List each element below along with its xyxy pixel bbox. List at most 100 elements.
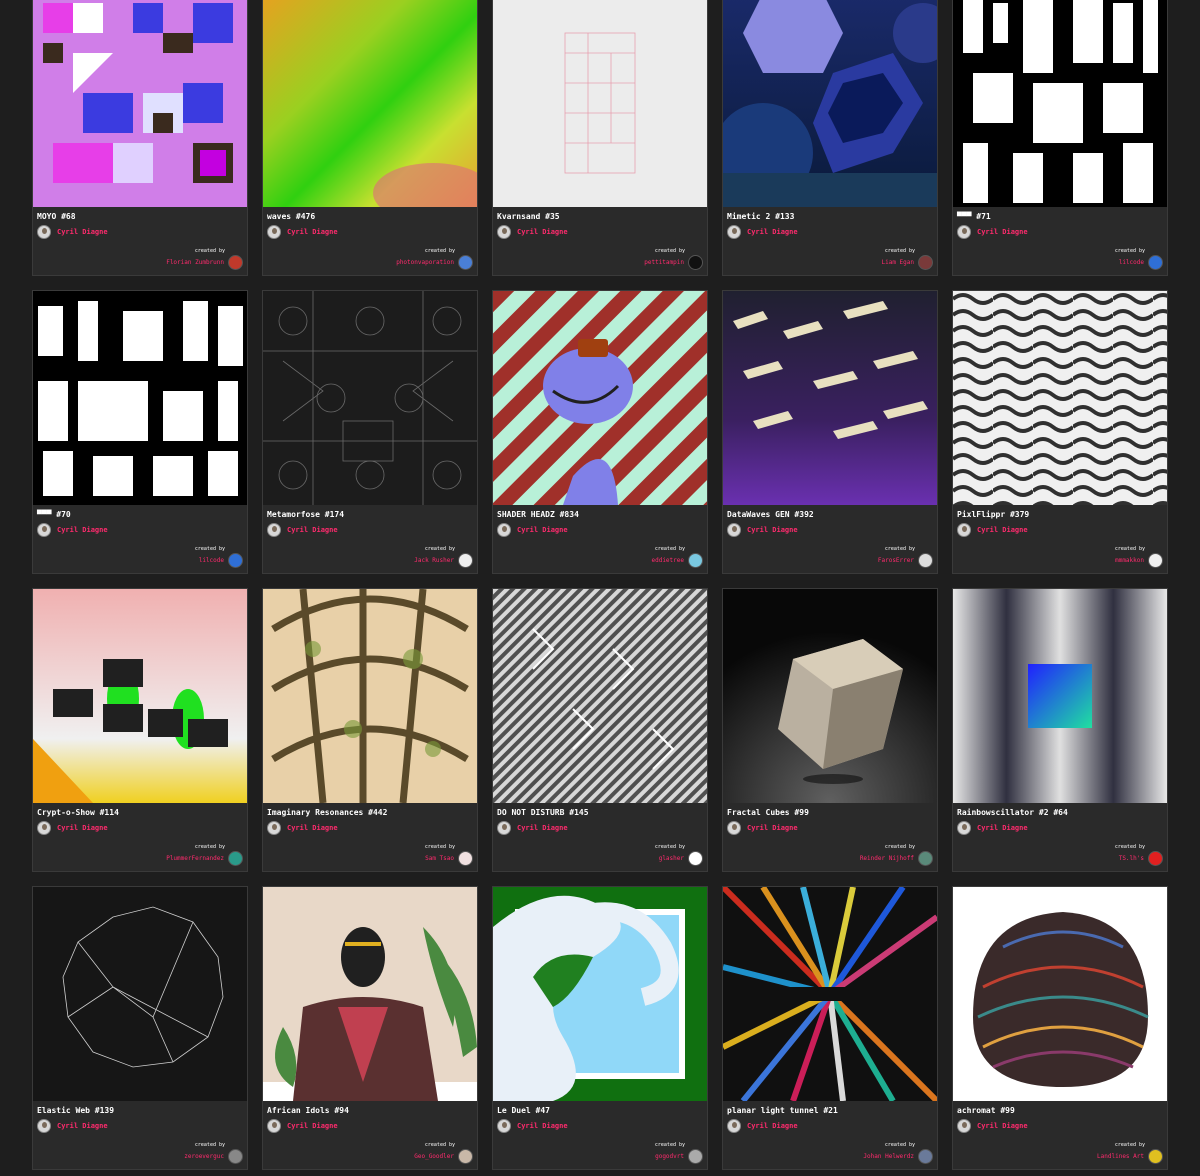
artwork-thumbnail[interactable] xyxy=(33,887,247,1101)
creator-name[interactable]: Johan Helwerdz xyxy=(863,1153,914,1160)
artwork-thumbnail[interactable] xyxy=(723,291,937,505)
nft-card[interactable]: MOYO #68 Cyril Diagne created by Florian… xyxy=(32,0,248,276)
nft-card[interactable]: Kvarnsand #35 Cyril Diagne created by pe… xyxy=(492,0,708,276)
owner-info[interactable]: Cyril Diagne xyxy=(267,523,338,537)
nft-card[interactable]: African Idols #94 Cyril Diagne created b… xyxy=(262,886,478,1170)
owner-name[interactable]: Cyril Diagne xyxy=(517,824,568,832)
creator-name[interactable]: Reinder Nijhoff xyxy=(860,855,914,862)
owner-info[interactable]: Cyril Diagne xyxy=(727,523,798,537)
creator-info[interactable]: mmmakkon xyxy=(1115,553,1163,568)
creator-info[interactable]: Liam Egan xyxy=(881,255,933,270)
artwork-thumbnail[interactable] xyxy=(953,887,1167,1101)
owner-name[interactable]: Cyril Diagne xyxy=(57,228,108,236)
artwork-title[interactable]: ▀▀▀ #71 xyxy=(957,212,991,221)
artwork-title[interactable]: waves #476 xyxy=(267,212,315,221)
artwork-title[interactable]: Le Duel #47 xyxy=(497,1106,550,1115)
owner-info[interactable]: Cyril Diagne xyxy=(497,225,568,239)
owner-info[interactable]: Cyril Diagne xyxy=(957,821,1028,835)
creator-name[interactable]: Liam Egan xyxy=(881,259,914,266)
artwork-thumbnail[interactable] xyxy=(493,0,707,207)
owner-name[interactable]: Cyril Diagne xyxy=(977,526,1028,534)
creator-name[interactable]: Jack Rusher xyxy=(414,557,454,564)
owner-info[interactable]: Cyril Diagne xyxy=(497,821,568,835)
owner-info[interactable]: Cyril Diagne xyxy=(957,523,1028,537)
creator-info[interactable]: Reinder Nijhoff xyxy=(860,851,933,866)
nft-card[interactable]: DO NOT DISTURB #145 Cyril Diagne created… xyxy=(492,588,708,872)
creator-name[interactable]: glasher xyxy=(659,855,684,862)
creator-info[interactable]: photonvaporation xyxy=(396,255,473,270)
artwork-title[interactable]: Crypt-o-Show #114 xyxy=(37,808,119,817)
owner-info[interactable]: Cyril Diagne xyxy=(37,225,108,239)
artwork-thumbnail[interactable] xyxy=(723,0,937,207)
owner-name[interactable]: Cyril Diagne xyxy=(747,1122,798,1130)
creator-info[interactable]: zeroeverguc xyxy=(184,1149,243,1164)
creator-name[interactable]: lilcode xyxy=(1119,259,1144,266)
owner-name[interactable]: Cyril Diagne xyxy=(57,1122,108,1130)
artwork-thumbnail[interactable] xyxy=(723,887,937,1101)
creator-info[interactable]: Landlines Art xyxy=(1097,1149,1163,1164)
creator-info[interactable]: Geo_Goodler xyxy=(414,1149,473,1164)
owner-name[interactable]: Cyril Diagne xyxy=(747,228,798,236)
owner-info[interactable]: Cyril Diagne xyxy=(957,1119,1028,1133)
owner-name[interactable]: Cyril Diagne xyxy=(747,526,798,534)
artwork-thumbnail[interactable] xyxy=(263,589,477,803)
owner-info[interactable]: Cyril Diagne xyxy=(267,225,338,239)
creator-info[interactable]: Sam Tsao xyxy=(425,851,473,866)
owner-name[interactable]: Cyril Diagne xyxy=(57,526,108,534)
artwork-title[interactable]: Imaginary Resonances #442 xyxy=(267,808,387,817)
artwork-title[interactable]: Mimetic 2 #133 xyxy=(727,212,794,221)
nft-card[interactable]: Imaginary Resonances #442 Cyril Diagne c… xyxy=(262,588,478,872)
owner-info[interactable]: Cyril Diagne xyxy=(37,821,108,835)
nft-card[interactable]: Mimetic 2 #133 Cyril Diagne created by L… xyxy=(722,0,938,276)
artwork-title[interactable]: MOYO #68 xyxy=(37,212,76,221)
owner-name[interactable]: Cyril Diagne xyxy=(57,824,108,832)
creator-info[interactable]: eddietree xyxy=(651,553,703,568)
owner-name[interactable]: Cyril Diagne xyxy=(747,824,798,832)
owner-name[interactable]: Cyril Diagne xyxy=(977,824,1028,832)
artwork-title[interactable]: African Idols #94 xyxy=(267,1106,349,1115)
nft-card[interactable]: ▀▀▀ #71 Cyril Diagne created by lilcode xyxy=(952,0,1168,276)
creator-name[interactable]: gogodvrt xyxy=(655,1153,684,1160)
artwork-title[interactable]: Fractal Cubes #99 xyxy=(727,808,809,817)
creator-name[interactable]: eddietree xyxy=(651,557,684,564)
artwork-thumbnail[interactable] xyxy=(953,0,1167,207)
nft-card[interactable]: PixlFlippr #379 Cyril Diagne created by … xyxy=(952,290,1168,574)
artwork-title[interactable]: Elastic Web #139 xyxy=(37,1106,114,1115)
artwork-title[interactable]: PixlFlippr #379 xyxy=(957,510,1029,519)
creator-info[interactable]: lilcode xyxy=(1119,255,1163,270)
artwork-thumbnail[interactable] xyxy=(493,291,707,505)
owner-info[interactable]: Cyril Diagne xyxy=(267,1119,338,1133)
owner-info[interactable]: Cyril Diagne xyxy=(957,225,1028,239)
owner-name[interactable]: Cyril Diagne xyxy=(517,526,568,534)
artwork-thumbnail[interactable] xyxy=(953,589,1167,803)
creator-info[interactable]: PlummerFernandez xyxy=(166,851,243,866)
nft-card[interactable]: waves #476 Cyril Diagne created by photo… xyxy=(262,0,478,276)
creator-name[interactable]: lilcode xyxy=(199,557,224,564)
owner-name[interactable]: Cyril Diagne xyxy=(977,1122,1028,1130)
creator-info[interactable]: Johan Helwerdz xyxy=(863,1149,933,1164)
nft-card[interactable]: planar light tunnel #21 Cyril Diagne cre… xyxy=(722,886,938,1170)
nft-card[interactable]: Rainbowscillator #2 #64 Cyril Diagne cre… xyxy=(952,588,1168,872)
nft-card[interactable]: achromat #99 Cyril Diagne created by Lan… xyxy=(952,886,1168,1170)
nft-card[interactable]: Metamorfose #174 Cyril Diagne created by… xyxy=(262,290,478,574)
creator-name[interactable]: Landlines Art xyxy=(1097,1153,1144,1160)
artwork-title[interactable]: DataWaves GEN #392 xyxy=(727,510,814,519)
artwork-thumbnail[interactable] xyxy=(723,589,937,803)
creator-name[interactable]: zeroeverguc xyxy=(184,1153,224,1160)
nft-card[interactable]: Fractal Cubes #99 Cyril Diagne created b… xyxy=(722,588,938,872)
artwork-thumbnail[interactable] xyxy=(33,589,247,803)
artwork-title[interactable]: SHADER HEADZ #834 xyxy=(497,510,579,519)
nft-card[interactable]: Le Duel #47 Cyril Diagne created by gogo… xyxy=(492,886,708,1170)
artwork-thumbnail[interactable] xyxy=(263,0,477,207)
owner-name[interactable]: Cyril Diagne xyxy=(517,1122,568,1130)
creator-info[interactable]: glasher xyxy=(659,851,703,866)
owner-info[interactable]: Cyril Diagne xyxy=(37,1119,108,1133)
nft-card[interactable]: SHADER HEADZ #834 Cyril Diagne created b… xyxy=(492,290,708,574)
creator-name[interactable]: pettitampin xyxy=(644,259,684,266)
artwork-title[interactable]: Rainbowscillator #2 #64 xyxy=(957,808,1068,817)
owner-name[interactable]: Cyril Diagne xyxy=(287,1122,338,1130)
creator-name[interactable]: mmmakkon xyxy=(1115,557,1144,564)
owner-info[interactable]: Cyril Diagne xyxy=(727,225,798,239)
owner-info[interactable]: Cyril Diagne xyxy=(37,523,108,537)
nft-card[interactable]: Crypt-o-Show #114 Cyril Diagne created b… xyxy=(32,588,248,872)
